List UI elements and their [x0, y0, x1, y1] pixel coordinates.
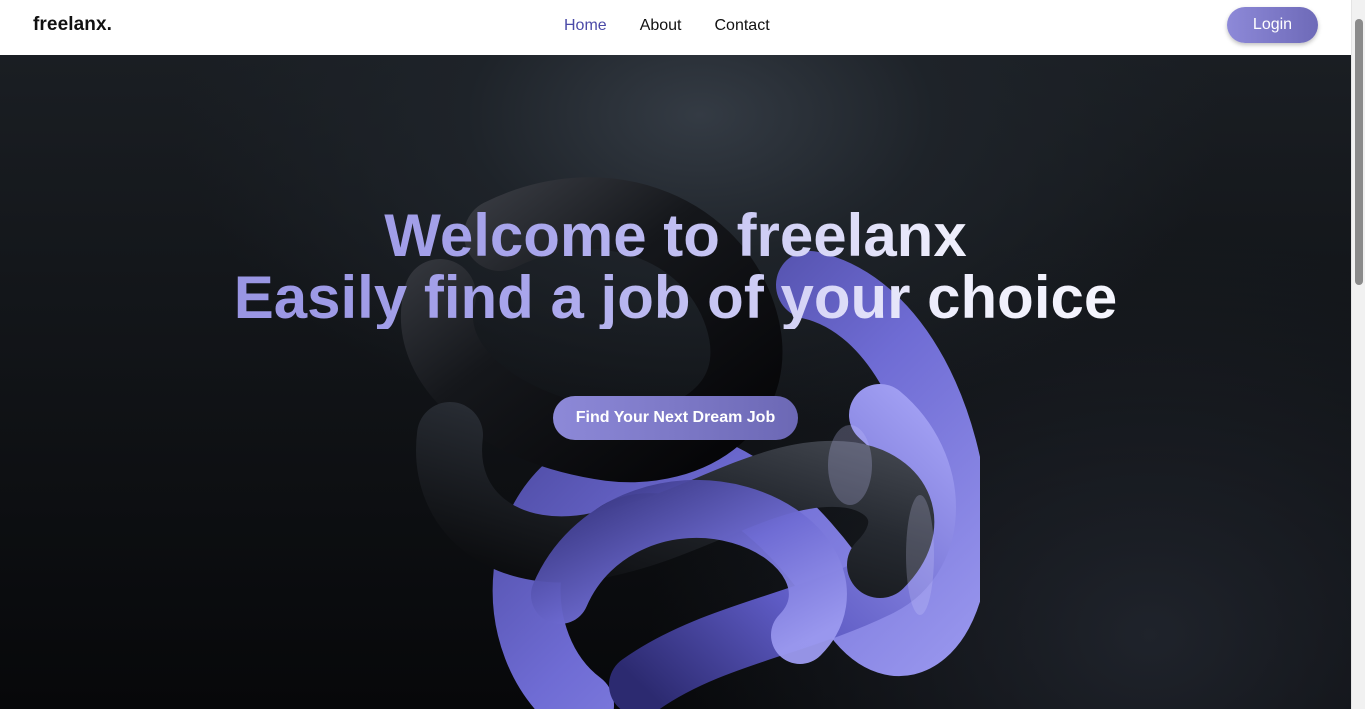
- nav-links: Home About Contact: [564, 16, 803, 36]
- login-button[interactable]: Login: [1227, 7, 1318, 43]
- scrollbar-thumb[interactable]: [1355, 19, 1363, 285]
- hero-section: Welcome to freelanx Easily find a job of…: [0, 55, 1351, 709]
- brand-logo[interactable]: freelanx.: [33, 14, 112, 36]
- hero-title-line-1: Welcome to freelanx: [0, 205, 1351, 267]
- top-navbar: freelanx. Home About Contact Login: [0, 0, 1351, 55]
- hero-title-line-2: Easily find a job of your choice: [0, 267, 1351, 329]
- nav-link-contact[interactable]: Contact: [715, 16, 770, 36]
- nav-link-about[interactable]: About: [640, 16, 682, 36]
- find-dream-job-button[interactable]: Find Your Next Dream Job: [553, 396, 798, 440]
- page-scrollbar[interactable]: [1351, 0, 1365, 709]
- nav-link-home[interactable]: Home: [564, 16, 607, 36]
